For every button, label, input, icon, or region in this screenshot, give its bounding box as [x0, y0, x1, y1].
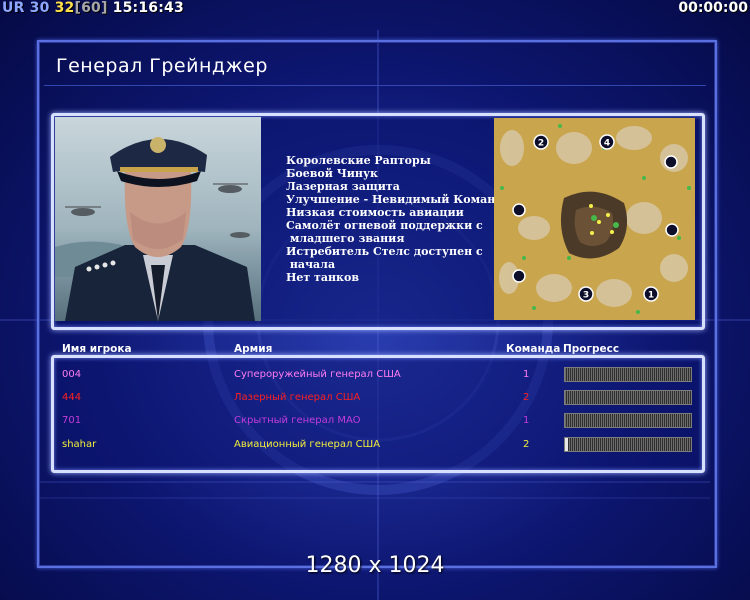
ur-value: 30	[29, 0, 50, 16]
fps-cap: [60]	[74, 0, 108, 16]
ur-label: UR	[2, 0, 25, 16]
player-row: shahar Авиационный генерал США 2	[0, 437, 750, 459]
player-team: 1	[523, 415, 530, 426]
feature-item: Нет танков	[286, 271, 359, 284]
player-name: 004	[62, 369, 82, 380]
player-army: Скрытный генерал MAO	[234, 415, 361, 426]
feature-item: начала	[286, 258, 336, 271]
feature-item: Королевские Рапторы	[286, 154, 431, 167]
page-title: Генерал Грейнджер	[56, 55, 268, 77]
loading-progress-bar	[564, 437, 692, 452]
player-team: 2	[523, 392, 530, 403]
feature-item: Лазерная защита	[286, 180, 400, 193]
player-team: 1	[523, 369, 530, 380]
header-progress: Прогресс	[563, 343, 620, 355]
feature-item: Улучшение - Невидимый Команч	[286, 193, 504, 206]
player-name: 701	[62, 415, 82, 426]
player-row: 444 Лазерный генерал США 2	[0, 390, 750, 412]
minimap[interactable]: 1 2 3 4	[494, 118, 695, 320]
player-team: 2	[523, 439, 530, 450]
player-army: Лазерный генерал США	[234, 392, 361, 403]
fps-value: 32	[54, 0, 75, 16]
general-portrait	[55, 117, 261, 321]
player-name: shahar	[62, 439, 97, 450]
start-label-4: 4	[604, 139, 610, 149]
resolution-label: 1280 x 1024	[305, 553, 445, 578]
game-timer: 00:00:00	[678, 0, 748, 16]
player-army: Супероружейный генерал США	[234, 369, 401, 380]
feature-item: младшего звания	[286, 232, 405, 245]
feature-item: Самолёт огневой поддержки с	[286, 219, 483, 232]
player-name: 444	[62, 392, 82, 403]
feature-item: Истребитель Стелс доступен с	[286, 245, 483, 258]
general-features-list: Королевские Рапторы Боевой Чинук Лазерна…	[286, 154, 504, 284]
start-label-3: 3	[583, 291, 589, 301]
start-label-2: 2	[538, 139, 544, 149]
header-team: Команда	[506, 343, 561, 355]
progress-fill	[565, 438, 568, 451]
system-clock: 15:16:43	[112, 0, 184, 16]
performance-readout: UR 30 32[60] 15:16:43	[2, 0, 184, 18]
player-row: 701 Скрытный генерал MAO 1	[0, 413, 750, 435]
loading-progress-bar	[564, 413, 692, 428]
player-army: Авиационный генерал США	[234, 439, 381, 450]
loading-progress-bar	[564, 390, 692, 405]
header-army: Армия	[234, 343, 273, 355]
feature-item: Низкая стоимость авиации	[286, 206, 464, 219]
start-label-1: 1	[648, 291, 654, 301]
header-player-name: Имя игрока	[62, 343, 132, 355]
player-row: 004 Супероружейный генерал США 1	[0, 367, 750, 389]
loading-progress-bar	[564, 367, 692, 382]
feature-item: Боевой Чинук	[286, 167, 378, 180]
